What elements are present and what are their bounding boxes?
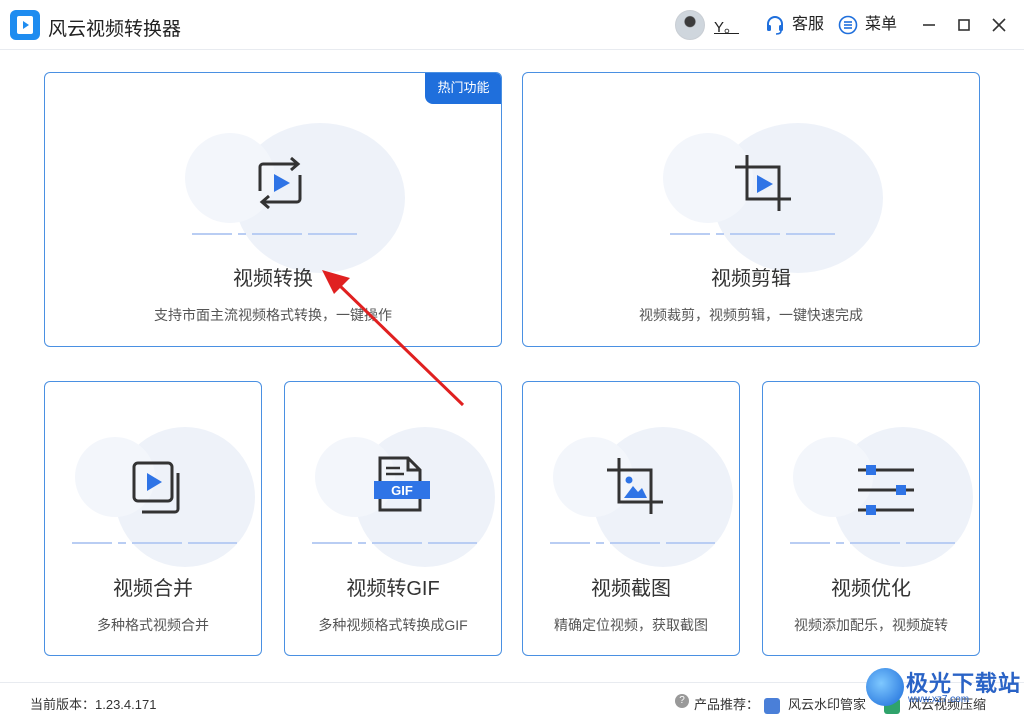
card-desc: 精确定位视频，获取截图	[554, 617, 708, 633]
card-video-convert[interactable]: 视频转换 支持市面主流视频格式转换，一键操作 热门功能	[44, 72, 502, 347]
gif-file-icon: GIF	[374, 456, 430, 512]
crop-image-icon	[607, 458, 663, 514]
watermark-app-icon	[764, 697, 780, 714]
card-video-merge[interactable]: 视频合并 多种格式视频合并	[44, 381, 262, 656]
app-title: 风云视频转换器	[48, 19, 182, 40]
product-name: 风云水印管家	[788, 697, 867, 712]
menu-label: 菜单	[865, 16, 898, 33]
title-bar: 风云视频转换器 Y。 客服 菜单	[0, 0, 1024, 50]
card-title: 视频剪辑	[711, 268, 791, 290]
app-logo-icon	[10, 10, 40, 40]
minimize-icon[interactable]	[918, 14, 940, 36]
maximize-icon[interactable]	[953, 14, 975, 36]
headset-icon	[767, 16, 783, 35]
customer-service-label: 客服	[792, 16, 825, 33]
sliders-icon	[858, 465, 914, 515]
help-icon[interactable]: ?	[675, 694, 689, 708]
card-desc: 支持市面主流视频格式转换，一键操作	[154, 307, 392, 323]
card-desc: 多种格式视频合并	[97, 617, 209, 633]
merge-video-icon	[132, 461, 180, 514]
convert-video-icon	[258, 156, 302, 210]
card-desc: 视频裁剪，视频剪辑，一键快速完成	[639, 307, 863, 323]
card-title: 视频转GIF	[346, 578, 440, 600]
user-name-link[interactable]: Y。	[714, 16, 739, 37]
hot-feature-badge: 热门功能	[425, 73, 501, 104]
site-watermark: 极光下载站 www.xz7.com	[862, 660, 1022, 718]
recommend-label: 产品推荐：	[694, 697, 760, 712]
card-video-to-gif[interactable]: GIF 视频转GIF 多种视频格式转换成GIF	[284, 381, 502, 656]
card-title: 视频优化	[831, 578, 911, 600]
gif-icon-text: GIF	[391, 483, 413, 498]
card-desc: 视频添加配乐，视频旋转	[794, 617, 948, 633]
card-title: 视频截图	[591, 578, 671, 600]
user-avatar[interactable]	[675, 10, 705, 40]
card-title: 视频转换	[233, 268, 313, 290]
watermark-url: www.xz7.com	[908, 694, 970, 705]
card-title: 视频合并	[113, 578, 193, 600]
product-watermark-manager[interactable]: 风云水印管家	[764, 694, 866, 714]
version-label: 当前版本：1.23.4.171	[30, 697, 157, 712]
watermark-logo-icon	[866, 668, 904, 706]
card-video-edit[interactable]: 视频剪辑 视频裁剪，视频剪辑，一键快速完成	[522, 72, 980, 347]
close-icon[interactable]	[988, 14, 1010, 36]
card-video-optimize[interactable]: 视频优化 视频添加配乐，视频旋转	[762, 381, 980, 656]
card-video-screenshot[interactable]: 视频截图 精确定位视频，获取截图	[522, 381, 740, 656]
card-desc: 多种视频格式转换成GIF	[318, 617, 468, 633]
crop-video-icon	[735, 155, 791, 211]
menu-icon	[838, 15, 858, 35]
